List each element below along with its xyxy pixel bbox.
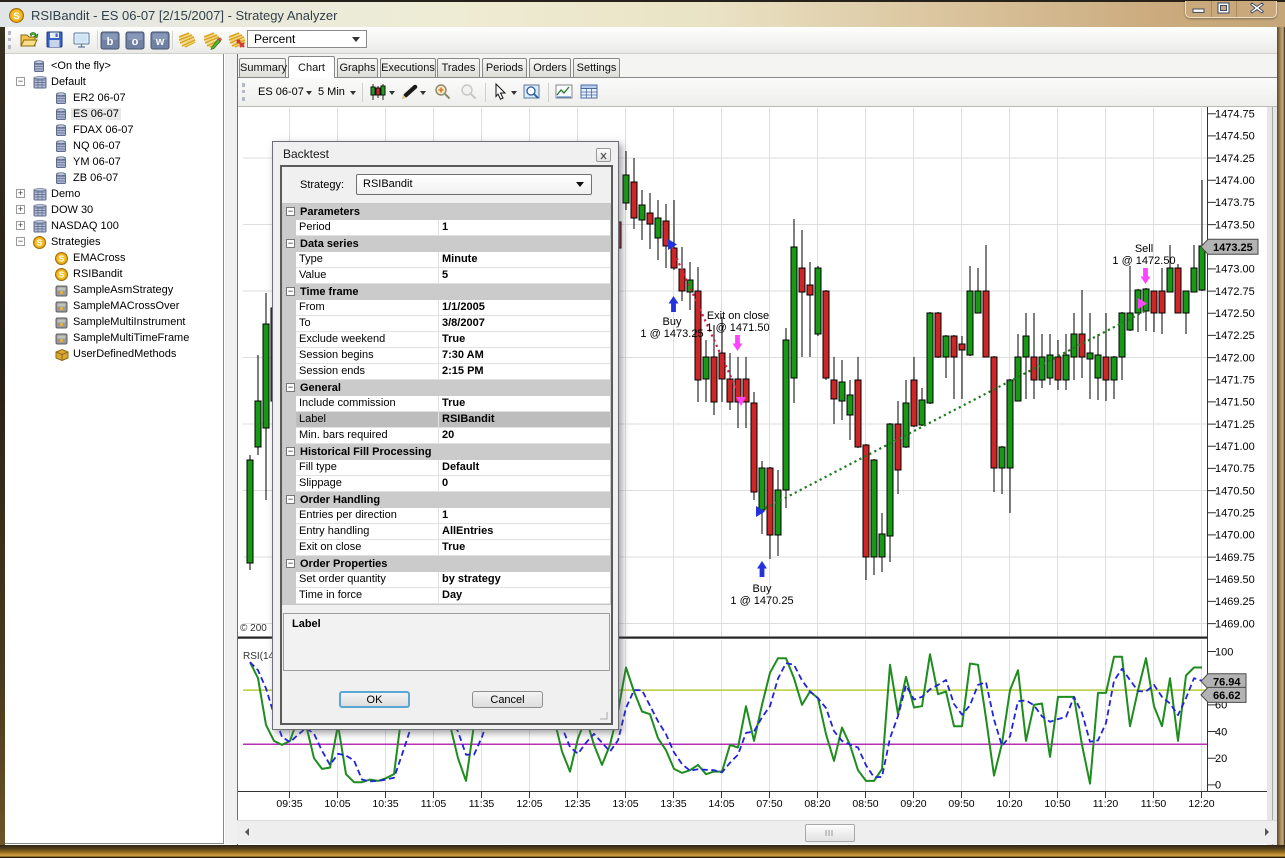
svg-text:09:35: 09:35 (276, 798, 302, 810)
svg-text:1472.00: 1472.00 (1215, 352, 1255, 364)
svg-text:b: b (107, 36, 114, 48)
svg-text:Buy: Buy (753, 583, 772, 595)
svg-text:1 @ 1470.25: 1 @ 1470.25 (730, 595, 793, 607)
svg-text:10:05: 10:05 (324, 798, 350, 810)
svg-text:100: 100 (1215, 646, 1233, 658)
svg-text:11:50: 11:50 (1141, 798, 1167, 810)
svg-text:08:20: 08:20 (804, 798, 830, 810)
svg-text:w: w (155, 36, 165, 48)
svg-text:1 @ 1472.50: 1 @ 1472.50 (1112, 255, 1175, 267)
svg-text:1473.00: 1473.00 (1215, 264, 1255, 276)
svg-text:1472.50: 1472.50 (1215, 308, 1255, 320)
svg-text:1471.00: 1471.00 (1215, 441, 1255, 453)
svg-text:10:20: 10:20 (996, 798, 1022, 810)
svg-text:1472.75: 1472.75 (1215, 286, 1255, 298)
svg-text:12:05: 12:05 (516, 798, 542, 810)
svg-text:14:05: 14:05 (708, 798, 734, 810)
svg-text:10:50: 10:50 (1044, 798, 1070, 810)
svg-text:12:20: 12:20 (1188, 798, 1214, 810)
svg-text:11:20: 11:20 (1093, 798, 1119, 810)
svg-text:1471.25: 1471.25 (1215, 419, 1255, 431)
svg-text:07:50: 07:50 (756, 798, 782, 810)
svg-text:1474.50: 1474.50 (1215, 131, 1255, 143)
svg-text:1474.00: 1474.00 (1215, 175, 1255, 187)
svg-text:11:05: 11:05 (421, 798, 447, 810)
svg-text:S: S (37, 238, 43, 248)
svg-text:1471.50: 1471.50 (1215, 397, 1255, 409)
svg-text:1473.50: 1473.50 (1215, 219, 1255, 231)
svg-text:Buy: Buy (663, 316, 682, 328)
svg-text:40: 40 (1215, 726, 1227, 738)
svg-text:1469.00: 1469.00 (1215, 618, 1255, 630)
svg-text:S: S (59, 254, 65, 264)
svg-text:09:20: 09:20 (900, 798, 926, 810)
svg-text:0: 0 (1215, 780, 1221, 792)
svg-text:© 200: © 200 (240, 623, 267, 634)
svg-text:12:35: 12:35 (564, 798, 590, 810)
svg-text:11:35: 11:35 (469, 798, 495, 810)
svg-text:13:35: 13:35 (660, 798, 686, 810)
svg-text:1472.25: 1472.25 (1215, 330, 1255, 342)
svg-text:1474.75: 1474.75 (1215, 109, 1255, 121)
svg-text:1470.50: 1470.50 (1215, 485, 1255, 497)
svg-text:1471.75: 1471.75 (1215, 375, 1255, 387)
svg-text:08:50: 08:50 (852, 798, 878, 810)
svg-text:1469.50: 1469.50 (1215, 574, 1255, 586)
svg-text:1473.25: 1473.25 (1213, 242, 1253, 254)
svg-text:RSI(14: RSI(14 (243, 651, 275, 662)
svg-text:1 @ 1471.50: 1 @ 1471.50 (706, 322, 769, 334)
svg-text:1470.00: 1470.00 (1215, 530, 1255, 542)
svg-text:10:35: 10:35 (372, 798, 398, 810)
svg-text:1473.75: 1473.75 (1215, 197, 1255, 209)
svg-text:1469.75: 1469.75 (1215, 552, 1255, 564)
svg-text:Sell: Sell (1135, 243, 1153, 255)
svg-text:20: 20 (1215, 753, 1227, 765)
svg-text:1474.25: 1474.25 (1215, 153, 1255, 165)
svg-text:1469.25: 1469.25 (1215, 596, 1255, 608)
svg-text:S: S (59, 270, 65, 280)
svg-text:13:05: 13:05 (612, 798, 638, 810)
svg-text:66.62: 66.62 (1213, 690, 1241, 702)
svg-text:o: o (132, 36, 139, 48)
svg-text:1 @ 1473.25: 1 @ 1473.25 (640, 328, 703, 340)
svg-text:09:50: 09:50 (948, 798, 974, 810)
svg-text:Exit on close: Exit on close (707, 310, 769, 322)
svg-text:1470.25: 1470.25 (1215, 508, 1255, 520)
svg-text:76.94: 76.94 (1213, 676, 1241, 688)
svg-text:1470.75: 1470.75 (1215, 463, 1255, 475)
svg-text:S: S (13, 11, 19, 22)
